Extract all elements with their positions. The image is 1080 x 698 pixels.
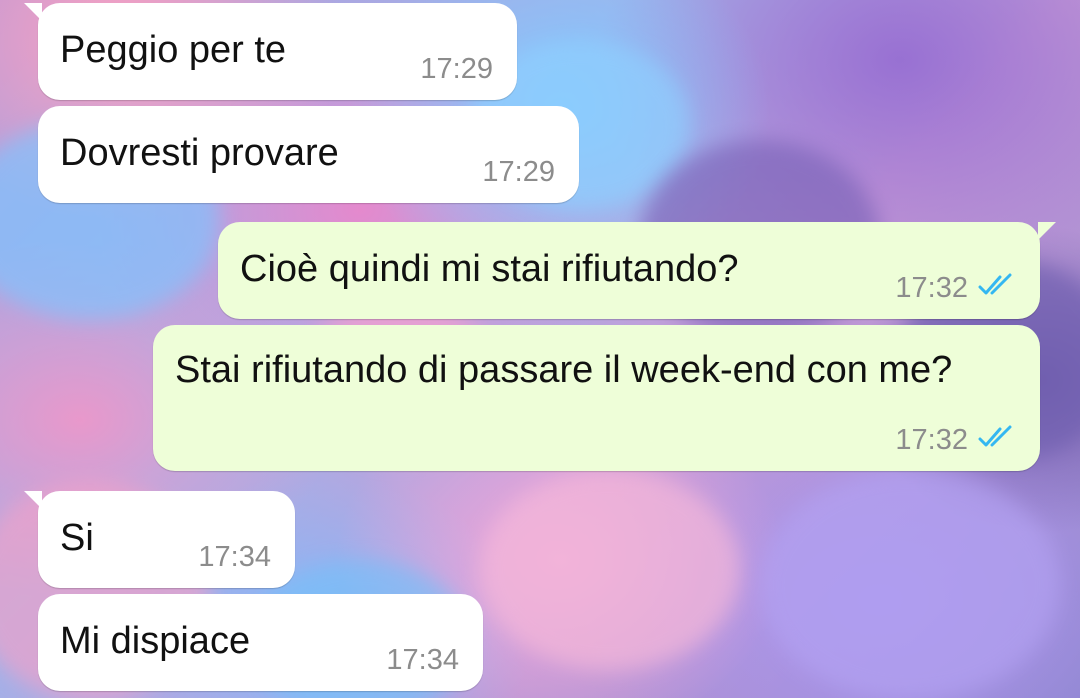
- message-time: 17:32: [895, 424, 968, 456]
- message-time: 17:29: [482, 156, 555, 188]
- message-bubble-incoming[interactable]: Peggio per te 17:29: [24, 3, 517, 100]
- message-text: Stai rifiutando di passare il week-end c…: [175, 349, 953, 391]
- message-time: 17:34: [198, 541, 271, 573]
- bubble-tail: [24, 3, 42, 21]
- message-text: Si: [60, 517, 94, 559]
- message-bubble-incoming[interactable]: Dovresti provare 17:29: [38, 106, 579, 203]
- message-time: 17:34: [386, 644, 459, 676]
- double-check-read-icon: [978, 273, 1012, 295]
- bubble-tail: [1038, 222, 1056, 240]
- message-bubble-incoming[interactable]: Si 17:34: [24, 491, 295, 588]
- message-time: 17:29: [420, 53, 493, 85]
- bubble-tail: [24, 491, 42, 509]
- message-time: 17:32: [895, 272, 968, 304]
- message-bubble-outgoing[interactable]: Stai rifiutando di passare il week-end c…: [153, 325, 1040, 471]
- message-text: Peggio per te: [60, 29, 287, 71]
- message-text: Dovresti provare: [60, 132, 339, 174]
- double-check-read-icon: [978, 425, 1012, 447]
- message-text: Cioè quindi mi stai rifiutando?: [240, 248, 739, 290]
- message-bubble-incoming[interactable]: Mi dispiace 17:34: [38, 594, 483, 691]
- message-bubble-outgoing[interactable]: Cioè quindi mi stai rifiutando? 17:32: [218, 222, 1056, 319]
- message-text: Mi dispiace: [60, 620, 251, 662]
